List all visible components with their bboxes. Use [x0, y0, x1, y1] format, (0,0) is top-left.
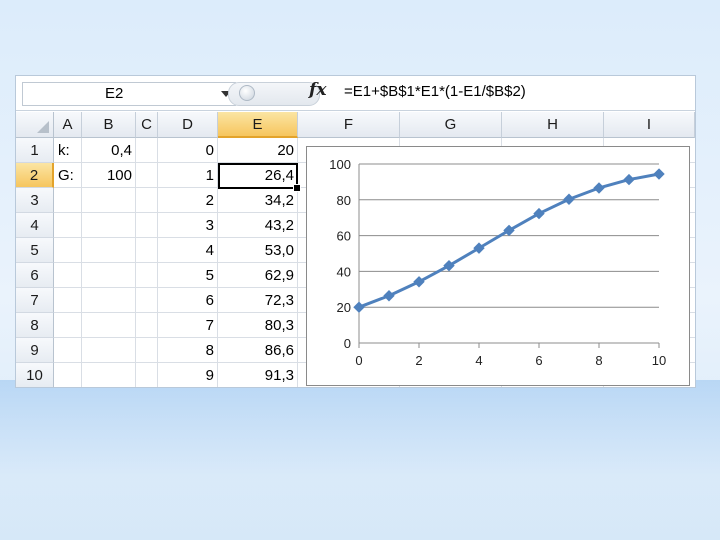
column-header-i[interactable]: I [604, 112, 695, 138]
cell-d9[interactable]: 8 [158, 338, 218, 363]
cell-d10[interactable]: 9 [158, 363, 218, 387]
y-tick-label: 40 [337, 264, 351, 279]
column-header-d[interactable]: D [158, 112, 218, 138]
cell-e6[interactable]: 62,9 [218, 263, 298, 288]
x-tick-label: 0 [355, 353, 362, 368]
y-tick-label: 0 [344, 336, 351, 351]
spreadsheet-window: E2 fx =E1+$B$1*E1*(1-E1/$B$2) A B C D E … [16, 76, 695, 387]
x-tick-label: 2 [415, 353, 422, 368]
fx-icon[interactable]: fx [309, 80, 326, 100]
data-point [653, 168, 665, 180]
cell-e8[interactable]: 80,3 [218, 313, 298, 338]
select-all-button[interactable] [16, 112, 54, 138]
row-header-10[interactable]: 10 [16, 363, 54, 387]
cell-e9[interactable]: 86,6 [218, 338, 298, 363]
cell-e3[interactable]: 34,2 [218, 188, 298, 213]
cell-d6[interactable]: 5 [158, 263, 218, 288]
row-header-9[interactable]: 9 [16, 338, 54, 363]
y-tick-label: 20 [337, 300, 351, 315]
cell-d2[interactable]: 1 [158, 163, 218, 188]
x-tick-label: 6 [535, 353, 542, 368]
x-tick-label: 10 [652, 353, 666, 368]
row-header-1[interactable]: 1 [16, 138, 54, 163]
cell-e7[interactable]: 72,3 [218, 288, 298, 313]
cell-a1[interactable]: k: [54, 138, 82, 163]
x-tick-label: 4 [475, 353, 482, 368]
row-header-7[interactable]: 7 [16, 288, 54, 313]
data-point [593, 182, 605, 194]
y-tick-label: 100 [329, 157, 351, 172]
cell-d5[interactable]: 4 [158, 238, 218, 263]
column-header-c[interactable]: C [136, 112, 158, 138]
cell-d7[interactable]: 6 [158, 288, 218, 313]
name-box[interactable]: E2 [22, 82, 236, 106]
x-tick-label: 8 [595, 353, 602, 368]
data-point [623, 173, 635, 186]
column-header-a[interactable]: A [54, 112, 82, 138]
cell-a2[interactable]: G: [54, 163, 82, 188]
formula-bar: E2 fx =E1+$B$1*E1*(1-E1/$B$2) [16, 76, 695, 111]
column-header-f[interactable]: F [298, 112, 400, 138]
column-header-e[interactable]: E [218, 112, 298, 138]
row-header-2[interactable]: 2 [16, 163, 54, 188]
cell-e1[interactable]: 20 [218, 138, 298, 163]
cell-d3[interactable]: 2 [158, 188, 218, 213]
formula-input[interactable]: =E1+$B$1*E1*(1-E1/$B$2) [344, 83, 526, 100]
cell-b2[interactable]: 100 [82, 163, 136, 188]
cell-d8[interactable]: 7 [158, 313, 218, 338]
row-header-4[interactable]: 4 [16, 213, 54, 238]
column-header-b[interactable]: B [82, 112, 136, 138]
expand-handle-icon[interactable] [239, 85, 255, 101]
row-header-3[interactable]: 3 [16, 188, 54, 213]
chart-plot: 0 20 40 60 80 100 0 2 4 6 8 10 [329, 157, 666, 368]
cell-b1[interactable]: 0,4 [82, 138, 136, 163]
cell-d1[interactable]: 0 [158, 138, 218, 163]
cell-e10[interactable]: 91,3 [218, 363, 298, 387]
slide-background-glow [0, 380, 720, 540]
row-header-5[interactable]: 5 [16, 238, 54, 263]
data-point [353, 301, 365, 313]
column-header-h[interactable]: H [502, 112, 604, 138]
select-all-icon [37, 121, 49, 133]
cell-e4[interactable]: 43,2 [218, 213, 298, 238]
data-point [383, 290, 395, 302]
data-point [563, 193, 575, 205]
active-cell-outline[interactable] [218, 163, 298, 189]
cell-d4[interactable]: 3 [158, 213, 218, 238]
y-tick-label: 60 [337, 229, 351, 244]
cell-e5[interactable]: 53,0 [218, 238, 298, 263]
series-line [358, 172, 660, 309]
row-header-6[interactable]: 6 [16, 263, 54, 288]
row-header-8[interactable]: 8 [16, 313, 54, 338]
column-header-g[interactable]: G [400, 112, 502, 138]
y-tick-label: 80 [337, 193, 351, 208]
line-chart[interactable]: 0 20 40 60 80 100 0 2 4 6 8 10 [306, 146, 690, 386]
fill-handle[interactable] [293, 184, 301, 192]
name-box-value: E2 [105, 85, 124, 102]
